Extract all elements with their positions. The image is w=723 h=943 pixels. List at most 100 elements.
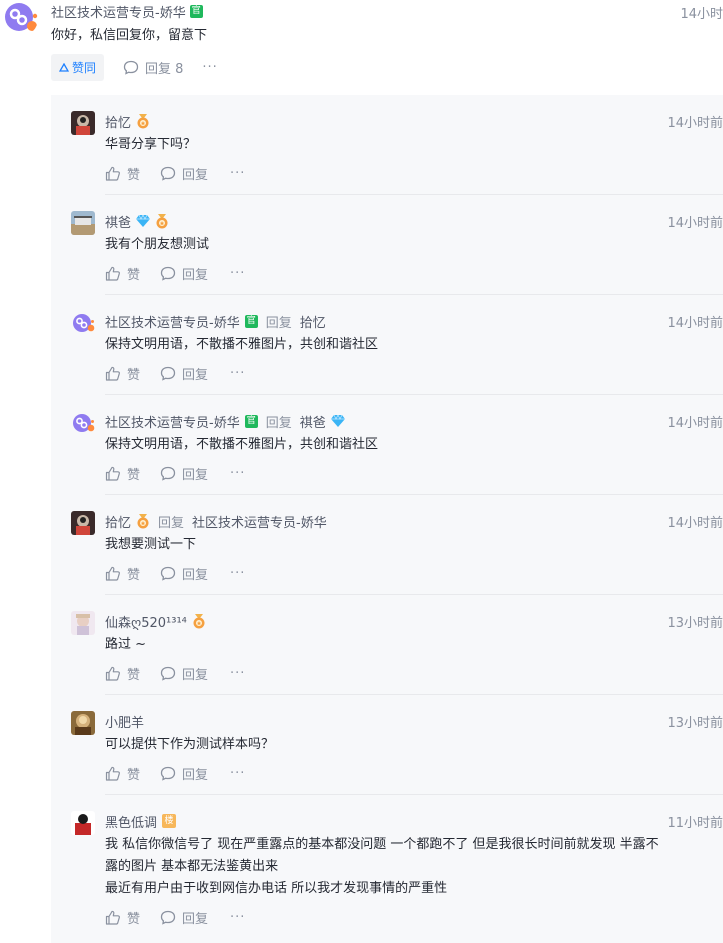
reply-author[interactable]: 社区技术运营专员-娇华: [105, 312, 240, 331]
like-button[interactable]: 赞: [105, 908, 140, 927]
agree-button[interactable]: 赞同: [51, 53, 105, 81]
reply-content-line: 露的图片 基本都无法鉴黄出来: [105, 859, 279, 874]
reply-content: 可以提供下作为测试样本吗？: [105, 737, 275, 752]
reply-button[interactable]: 回复: [160, 464, 208, 483]
reply-label: 回复: [182, 567, 209, 583]
reply-header: 社区技术运营专员-娇华官回复 祺爸: [105, 411, 345, 431]
comment-icon: [160, 166, 176, 181]
reply-header: 社区技术运营专员-娇华官回复 拾忆: [105, 311, 326, 331]
reply-header: 拾忆: [105, 111, 150, 131]
reply-author[interactable]: 仙森ღ520¹³¹⁴: [105, 612, 187, 631]
more-button[interactable]: ···: [230, 366, 245, 381]
reply-to-user[interactable]: 社区技术运营专员-娇华: [192, 512, 327, 531]
reply-button[interactable]: 回复: [160, 164, 208, 183]
like-button[interactable]: 赞: [105, 664, 140, 683]
reply-author[interactable]: 拾忆: [105, 512, 131, 531]
reply-to-word: 回复: [265, 315, 292, 331]
like-button[interactable]: 赞: [105, 764, 140, 783]
reply-time: 14小时前: [667, 416, 723, 431]
reply-avatar[interactable]: [71, 511, 95, 535]
reply-actions: 赞 回复 ···: [105, 663, 245, 683]
more-button[interactable]: ···: [230, 910, 245, 925]
like-button[interactable]: 赞: [105, 464, 140, 483]
more-button[interactable]: ···: [230, 666, 245, 681]
thumbs-up-icon: [105, 466, 120, 481]
reply-actions: 赞 回复 ···: [105, 163, 245, 183]
more-button[interactable]: ···: [230, 566, 245, 581]
more-button[interactable]: ···: [230, 266, 245, 281]
reply-item: 拾忆 14小时前华哥分享下吗？ 赞 回复 ···: [51, 95, 723, 195]
reply-actions: 赞 回复 ···: [105, 763, 245, 783]
author-name[interactable]: 社区技术运营专员-娇华: [51, 2, 186, 21]
reply-button[interactable]: 回复: [160, 364, 208, 383]
reply-content-block: 我有个朋友想测试: [105, 234, 209, 256]
reply-header: 祺爸: [105, 211, 169, 231]
like-label: 赞: [127, 567, 141, 583]
comment-icon: [160, 466, 176, 481]
reply-author[interactable]: 黑色低调: [105, 812, 157, 831]
official-avatar[interactable]: [4, 2, 38, 36]
like-button[interactable]: 赞: [105, 364, 140, 383]
reply-author[interactable]: 祺爸: [105, 212, 131, 231]
reply-button[interactable]: 回复: [160, 664, 208, 683]
reply-avatar[interactable]: [71, 311, 95, 335]
thumbs-up-icon: [105, 166, 120, 181]
reply-actions: 赞 回复 ···: [105, 907, 245, 927]
like-button[interactable]: 赞: [105, 264, 140, 283]
more-button[interactable]: ···: [230, 466, 245, 481]
comment-icon: [160, 366, 176, 381]
reply-time: 14小时前: [667, 116, 723, 131]
medal-icon: [137, 113, 149, 128]
reply-avatar[interactable]: [71, 611, 95, 635]
reply-label: 回复: [182, 667, 209, 683]
like-label: 赞: [127, 367, 141, 383]
reply-actions: 赞 回复 ···: [105, 263, 245, 283]
official-badge: 官: [244, 414, 258, 428]
reply-avatar[interactable]: [71, 811, 95, 835]
reply-content-block: 可以提供下作为测试样本吗？: [105, 734, 274, 756]
reply-author[interactable]: 拾忆: [105, 112, 131, 131]
reply-label: 回复 8: [145, 61, 184, 77]
reply-author[interactable]: 社区技术运营专员-娇华: [105, 412, 240, 431]
level-badge: 楼: [162, 814, 177, 828]
more-button[interactable]: ···: [202, 60, 217, 75]
reply-button[interactable]: 回复: [160, 564, 208, 583]
reply-button[interactable]: 回复: [160, 764, 208, 783]
reply-avatar[interactable]: [71, 211, 95, 235]
more-button[interactable]: ···: [230, 766, 245, 781]
reply-item: 社区技术运营专员-娇华官回复 祺爸 14小时前 保持文明用语，不散播不雅图片，共创和谐…: [51, 395, 723, 495]
reply-author[interactable]: 小肥羊: [105, 712, 144, 731]
diamond-icon: [330, 415, 345, 427]
comment-content: 你好，私信回复你，留意下: [51, 28, 208, 43]
reply-avatar[interactable]: [71, 711, 95, 735]
reply-item: 仙森ღ520¹³¹⁴ 13小时前 路过 ~ 赞 回复 ···: [51, 595, 723, 695]
reply-time: 11小时前: [667, 816, 723, 831]
reply-content: 我有个朋友想测试: [105, 237, 210, 252]
reply-header: 拾忆 回复 社区技术运营专员-娇华: [105, 511, 327, 531]
reply-avatar[interactable]: [71, 111, 95, 135]
like-label: 赞: [127, 467, 141, 483]
medal-icon: [193, 613, 205, 628]
reply-label: 回复: [182, 467, 209, 483]
more-button[interactable]: ···: [230, 166, 245, 181]
reply-item: 祺爸 14小时前我有个朋友想测试赞 回复 ···: [51, 195, 723, 295]
reply-time: 14小时前: [667, 216, 723, 231]
reply-avatar[interactable]: [71, 411, 95, 435]
reply-label: 回复: [182, 911, 209, 927]
medal-icon: [137, 513, 149, 528]
reply-content: 我想要测试一下: [105, 537, 197, 552]
reply-button[interactable]: 回复: [160, 908, 208, 927]
reply-time: 14小时前: [667, 516, 723, 531]
comment-icon: [160, 566, 176, 581]
triangle-up-icon: [59, 62, 69, 72]
reply-to-user[interactable]: 祺爸: [300, 412, 326, 431]
comment-time: 14小时: [680, 7, 723, 22]
reply-button[interactable]: 回复: [160, 264, 208, 283]
like-button[interactable]: 赞: [105, 564, 140, 583]
reply-button[interactable]: 回复 8: [123, 58, 183, 77]
thumbs-up-icon: [105, 366, 120, 381]
reply-item: 黑色低调楼 11小时前我 私信你微信号了 现在严重露点的基本都没问题 一个都跑不了…: [51, 795, 723, 943]
reply-to-user[interactable]: 拾忆: [300, 312, 326, 331]
reply-content: 华哥分享下吗？: [105, 137, 197, 152]
like-button[interactable]: 赞: [105, 164, 140, 183]
